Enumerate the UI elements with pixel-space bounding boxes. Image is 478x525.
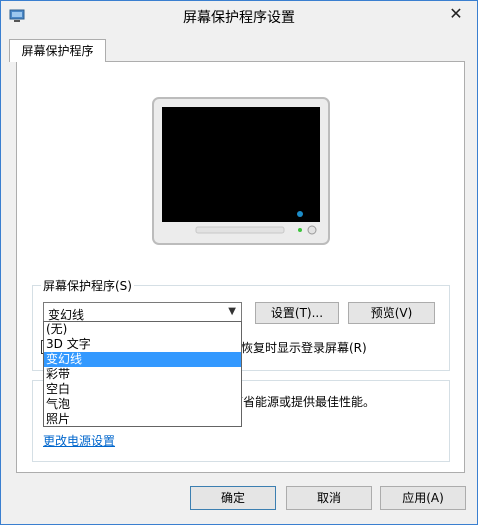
dropdown-option[interactable]: 气泡 [44, 397, 241, 412]
dropdown-option[interactable]: 照片 [44, 412, 241, 427]
cancel-button[interactable]: 取消 [286, 486, 372, 510]
dropdown-option[interactable]: 彩带 [44, 367, 241, 382]
close-button[interactable]: ✕ [441, 2, 471, 24]
dropdown-option[interactable]: 空白 [44, 382, 241, 397]
dropdown-option[interactable]: 3D 文字 [44, 337, 241, 352]
window-title: 屏幕保护程序设置 [183, 10, 295, 26]
screensaver-dropdown-list[interactable]: (无) 3D 文字 变幻线 彩带 空白 气泡 照片 [43, 321, 242, 427]
screensaver-group-label: 屏幕保护程序(S) [41, 277, 134, 294]
ok-button[interactable]: 确定 [190, 486, 276, 510]
chevron-down-icon: ▼ [228, 306, 236, 317]
change-power-settings-link[interactable]: 更改电源设置 [43, 432, 115, 449]
settings-button[interactable]: 设置(T)... [255, 302, 339, 324]
dialog-window: 屏幕保护程序设置 ✕ 屏幕保护程序 屏幕保护程序(S) 变幻线 ▼ 设置(T).… [0, 0, 478, 525]
dropdown-option[interactable]: (无) [44, 322, 241, 337]
monitor-preview [152, 97, 330, 245]
power-description: 节省能源或提供最佳性能。 [231, 395, 376, 409]
preview-button[interactable]: 预览(V) [348, 302, 435, 324]
apply-button[interactable]: 应用(A) [380, 486, 466, 510]
resume-checkbox-label: 恢复时显示登录屏幕(R) [241, 341, 367, 355]
tab-screensaver[interactable]: 屏幕保护程序 [9, 39, 106, 62]
dropdown-option-selected[interactable]: 变幻线 [44, 352, 241, 367]
title-bar: 屏幕保护程序设置 ✕ [1, 1, 477, 31]
